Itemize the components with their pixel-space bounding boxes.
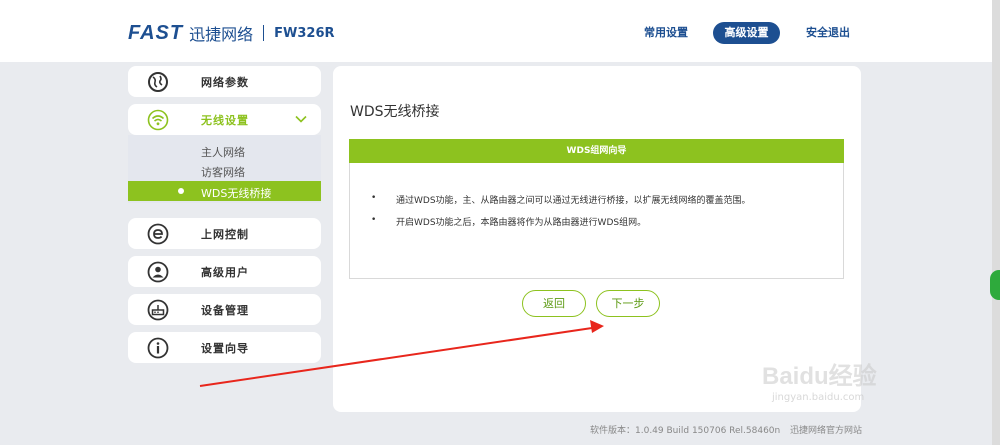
side-float-tab[interactable]	[990, 270, 1000, 300]
submenu-item-host-network[interactable]: 主人网络	[128, 140, 321, 160]
sidebar-item-label: 网络参数	[201, 75, 249, 89]
selected-dot-icon	[178, 188, 184, 194]
sidebar-item-label: 上网控制	[201, 227, 249, 241]
top-nav: 常用设置 高级设置 安全退出	[0, 22, 1000, 44]
globe-icon	[148, 72, 168, 92]
nav-common-settings[interactable]: 常用设置	[636, 22, 696, 44]
sidebar-item-network[interactable]: 网络参数	[128, 66, 321, 97]
wifi-icon	[147, 109, 169, 131]
router-icon	[147, 299, 169, 321]
sidebar-item-wireless[interactable]: 无线设置	[128, 104, 321, 135]
bullet-text: 开启WDS功能之后，本路由器将作为从路由器进行WDS组网。	[396, 218, 647, 228]
sidebar-item-label: 设备管理	[201, 303, 249, 317]
user-icon	[147, 261, 169, 283]
chevron-down-icon	[295, 115, 307, 123]
baidu-watermark-url: jingyan.baidu.com	[772, 392, 865, 403]
info-icon	[147, 337, 169, 359]
list-item: • 通过WDS功能，主、从路由器之间可以通过无线进行桥接，以扩展无线网络的覆盖范…	[371, 193, 751, 206]
submenu-label: 主人网络	[201, 146, 245, 159]
submenu-item-wds-bridge[interactable]: WDS无线桥接	[128, 181, 321, 201]
sidebar-item-setup-wizard[interactable]: 设置向导	[128, 332, 321, 363]
sidebar-item-access-control[interactable]: 上网控制	[128, 218, 321, 249]
list-item: • 开启WDS功能之后，本路由器将作为从路由器进行WDS组网。	[371, 215, 646, 228]
next-button[interactable]: 下一步	[596, 290, 660, 317]
wds-wizard-box: WDS组网向导	[349, 139, 844, 279]
nav-advanced-settings[interactable]: 高级设置	[713, 22, 780, 44]
back-button[interactable]: 返回	[522, 290, 586, 317]
sidebar-item-advanced-users[interactable]: 高级用户	[128, 256, 321, 287]
e-icon	[147, 223, 169, 245]
sidebar-item-device-management[interactable]: 设备管理	[128, 294, 321, 325]
bullet-text: 通过WDS功能，主、从路由器之间可以通过无线进行桥接，以扩展无线网络的覆盖范围。	[396, 196, 751, 206]
baidu-watermark-logo: Baidu经验	[762, 363, 877, 390]
page-title: WDS无线桥接	[350, 104, 440, 120]
official-site-link[interactable]: 迅捷网络官方网站	[790, 423, 862, 436]
wireless-submenu: 主人网络 访客网络 WDS无线桥接	[128, 135, 321, 203]
submenu-item-guest-network[interactable]: 访客网络	[128, 160, 321, 180]
bullet-icon: •	[371, 193, 377, 203]
scrollbar[interactable]	[992, 0, 1000, 445]
bullet-icon: •	[371, 215, 377, 225]
software-version: 软件版本：1.0.49 Build 150706 Rel.58460n	[590, 426, 781, 436]
submenu-label: WDS无线桥接	[201, 187, 272, 200]
wizard-header: WDS组网向导	[349, 139, 844, 163]
sidebar-item-label: 无线设置	[201, 113, 249, 127]
header-bar: FAST 迅捷网络 FW326R 常用设置 高级设置 安全退出	[0, 0, 1000, 62]
sidebar-item-label: 设置向导	[201, 341, 249, 355]
nav-logout[interactable]: 安全退出	[799, 22, 857, 44]
sidebar-item-label: 高级用户	[201, 265, 249, 279]
submenu-label: 访客网络	[201, 166, 245, 179]
